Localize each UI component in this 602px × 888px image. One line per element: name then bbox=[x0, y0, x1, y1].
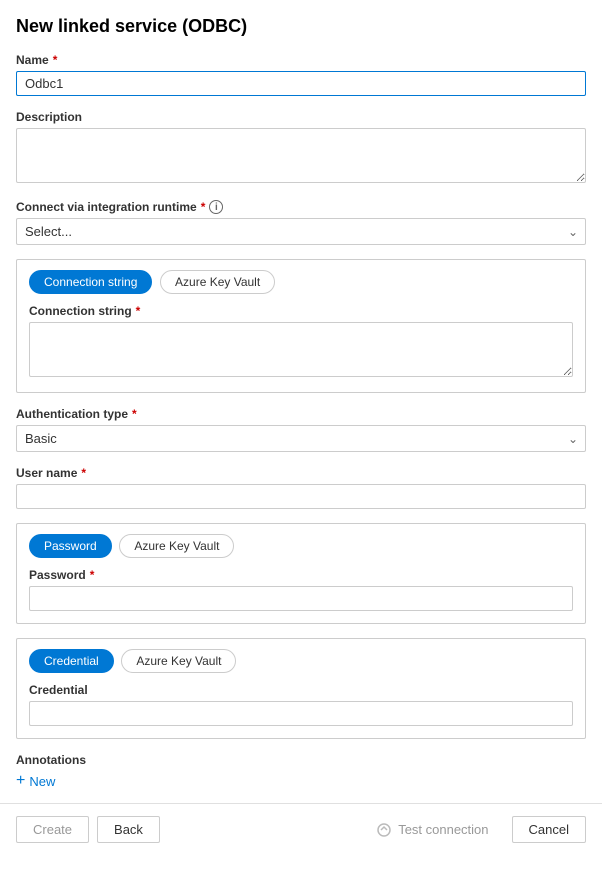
auth-type-select[interactable]: Basic Anonymous Windows bbox=[16, 425, 586, 452]
tab-credential[interactable]: Credential bbox=[29, 649, 114, 673]
username-label: User name * bbox=[16, 466, 586, 480]
ir-info-icon: i bbox=[209, 200, 223, 214]
name-input[interactable] bbox=[16, 71, 586, 96]
tab-connection-string[interactable]: Connection string bbox=[29, 270, 152, 294]
integration-runtime-label: Connect via integration runtime * i bbox=[16, 200, 586, 214]
annotations-label: Annotations bbox=[16, 753, 586, 767]
credential-label: Credential bbox=[29, 683, 573, 697]
integration-runtime-group: Connect via integration runtime * i Sele… bbox=[16, 200, 586, 245]
footer-bar: Create Back Test connection Cancel bbox=[0, 803, 602, 855]
password-tab-row: Password Azure Key Vault bbox=[29, 534, 573, 558]
password-required: * bbox=[90, 568, 95, 582]
ir-required: * bbox=[201, 200, 206, 214]
auth-type-group: Authentication type * Basic Anonymous Wi… bbox=[16, 407, 586, 452]
credential-input[interactable] bbox=[29, 701, 573, 726]
connection-string-section: Connection string Azure Key Vault Connec… bbox=[16, 259, 586, 393]
tab-azure-key-vault-conn[interactable]: Azure Key Vault bbox=[160, 270, 275, 294]
back-button[interactable]: Back bbox=[97, 816, 160, 843]
conn-string-required: * bbox=[136, 304, 141, 318]
test-connection-icon bbox=[376, 822, 392, 838]
footer-right: Test connection Cancel bbox=[361, 816, 586, 844]
cancel-button[interactable]: Cancel bbox=[512, 816, 586, 843]
add-annotation-button[interactable]: + New bbox=[16, 771, 55, 791]
password-label: Password * bbox=[29, 568, 573, 582]
name-required: * bbox=[53, 53, 58, 67]
auth-type-required: * bbox=[132, 407, 137, 421]
password-input[interactable] bbox=[29, 586, 573, 611]
credential-section: Credential Azure Key Vault Credential bbox=[16, 638, 586, 739]
ir-select[interactable]: Select... bbox=[16, 218, 586, 245]
tab-azure-key-vault-cred[interactable]: Azure Key Vault bbox=[121, 649, 236, 673]
test-connection-button[interactable]: Test connection bbox=[361, 816, 503, 844]
auth-type-select-wrapper: Basic Anonymous Windows ⌄ bbox=[16, 425, 586, 452]
credential-tab-row: Credential Azure Key Vault bbox=[29, 649, 573, 673]
auth-type-label: Authentication type * bbox=[16, 407, 586, 421]
password-section: Password Azure Key Vault Password * bbox=[16, 523, 586, 624]
username-required: * bbox=[81, 466, 86, 480]
create-button[interactable]: Create bbox=[16, 816, 89, 843]
description-label: Description bbox=[16, 110, 586, 124]
tab-password[interactable]: Password bbox=[29, 534, 112, 558]
footer-left: Create Back bbox=[16, 816, 160, 843]
name-label: Name * bbox=[16, 53, 586, 67]
description-field-group: Description bbox=[16, 110, 586, 186]
description-textarea[interactable] bbox=[16, 128, 586, 183]
conn-string-label: Connection string * bbox=[29, 304, 573, 318]
plus-icon: + bbox=[16, 773, 25, 789]
username-field-group: User name * bbox=[16, 466, 586, 509]
tab-azure-key-vault-pwd[interactable]: Azure Key Vault bbox=[119, 534, 234, 558]
name-field-group: Name * bbox=[16, 53, 586, 96]
page-title: New linked service (ODBC) bbox=[16, 16, 586, 37]
connection-string-tab-row: Connection string Azure Key Vault bbox=[29, 270, 573, 294]
connection-string-textarea[interactable] bbox=[29, 322, 573, 377]
ir-select-wrapper: Select... ⌄ bbox=[16, 218, 586, 245]
annotations-section: Annotations + New bbox=[16, 753, 586, 791]
username-input[interactable] bbox=[16, 484, 586, 509]
